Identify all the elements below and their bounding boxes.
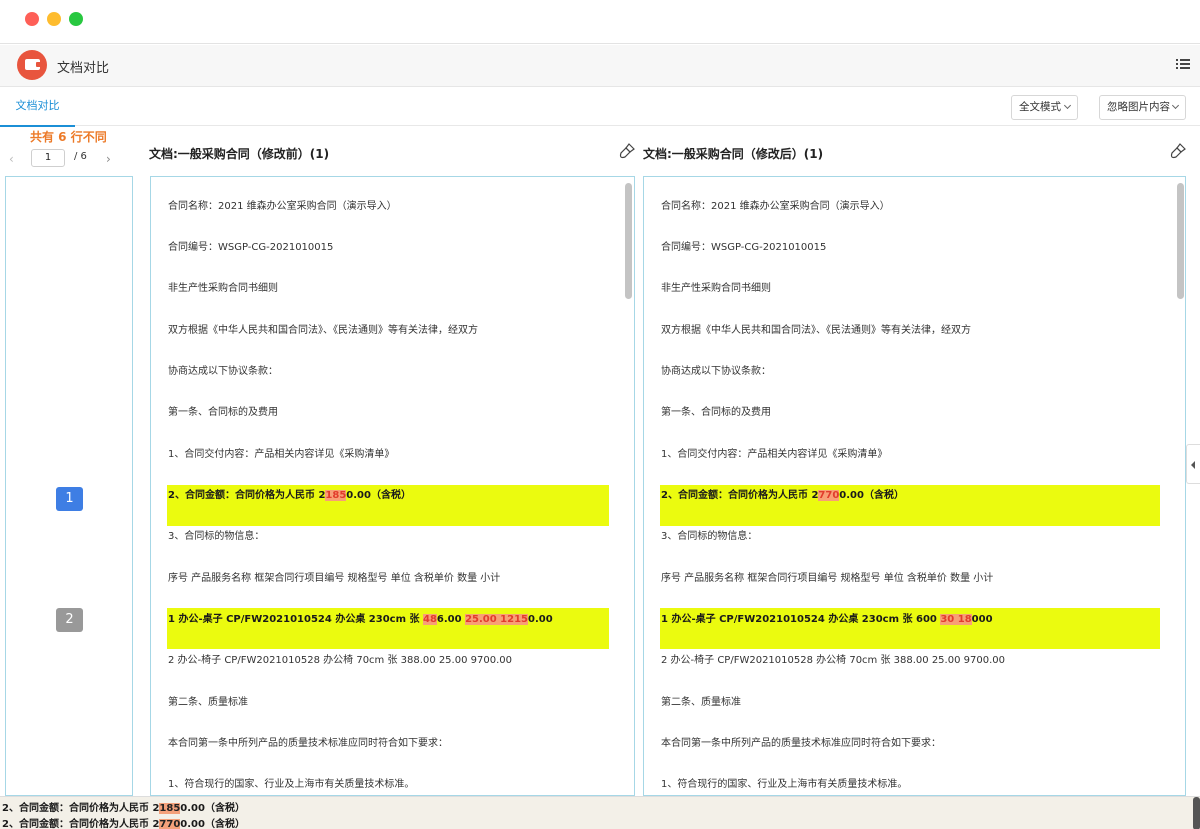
app-title: 文档对比	[57, 61, 110, 76]
doc-line: 双方根据《中华人民共和国合同法》、《民法通则》等有关法律，经双方	[168, 325, 478, 336]
doc-line: 第二条、质量标准	[168, 697, 248, 708]
scrollbar-thumb[interactable]	[625, 183, 632, 299]
right-document-pane[interactable]: 合同名称：2021 维森办公室采购合同（演示导入） 合同编号：WSGP-CG-2…	[643, 176, 1186, 796]
doc-line: 合同名称：2021 维森办公室采购合同（演示导入）	[168, 201, 397, 212]
maximize-window-button[interactable]	[69, 12, 83, 26]
doc-line: 本合同第一条中所列产品的质量技术标准应同时符合如下要求：	[661, 738, 941, 749]
doc-line: 1、合同交付内容：产品相关内容详见《采购清单》	[661, 449, 888, 460]
doc-line: 序号 产品服务名称 框架合同行项目编号 规格型号 单位 含税单价 数量 小计	[168, 573, 501, 584]
scrollbar-thumb[interactable]	[1177, 183, 1184, 299]
doc-line: 1、符合现行的国家、行业及上海市有关质量技术标准。	[661, 779, 908, 790]
collapse-panel-toggle[interactable]	[1186, 444, 1200, 484]
menu-icon[interactable]	[1176, 57, 1190, 71]
diff-marker-2[interactable]: 2	[56, 608, 83, 632]
diff-marker-1[interactable]: 1	[56, 487, 83, 511]
doc-line: 2 办公-椅子 CP/FW2021010528 办公椅 70cm 张 388.0…	[661, 655, 1005, 666]
minimize-window-button[interactable]	[47, 12, 61, 26]
page-total: / 6	[74, 151, 87, 162]
ignore-select-value: 忽略图片内容	[1107, 101, 1170, 113]
left-doc-title: 文档:一般采购合同（修改前）(1)	[149, 147, 330, 161]
doc-line: 合同编号：WSGP-CG-2021010015	[661, 242, 827, 253]
doc-line: 本合同第一条中所列产品的质量技术标准应同时符合如下要求：	[168, 738, 448, 749]
doc-line: 合同名称：2021 维森办公室采购合同（演示导入）	[661, 201, 890, 212]
ignore-select[interactable]: 忽略图片内容	[1099, 95, 1186, 120]
doc-line: 第一条、合同标的及费用	[168, 407, 278, 418]
brush-icon[interactable]	[1170, 143, 1186, 159]
doc-line: 非生产性采购合同书细则	[168, 283, 278, 294]
chevron-down-icon	[1171, 101, 1180, 110]
diff-count-label: 共有 6 行不同	[30, 130, 107, 144]
mode-select-value: 全文模式	[1019, 101, 1061, 113]
prev-page-button[interactable]: ‹	[9, 152, 14, 166]
brush-icon[interactable]	[619, 143, 635, 159]
doc-line: 第二条、质量标准	[661, 697, 741, 708]
doc-line: 序号 产品服务名称 框架合同行项目编号 规格型号 单位 含税单价 数量 小计	[661, 573, 994, 584]
doc-line: 1、合同交付内容：产品相关内容详见《采购清单》	[168, 449, 395, 460]
diff-pager: ‹ 1 / 6 ›	[6, 149, 136, 169]
diff-nav-panel: 1 2	[5, 176, 133, 796]
diff-line-2: 1 办公-桌子 CP/FW2021010524 办公桌 230cm 张 486.…	[168, 614, 553, 625]
doc-line: 1、符合现行的国家、行业及上海市有关质量技术标准。	[168, 779, 415, 790]
window-titlebar	[0, 0, 1200, 44]
doc-line: 双方根据《中华人民共和国合同法》、《民法通则》等有关法律，经双方	[661, 325, 971, 336]
doc-line: 第一条、合同标的及费用	[661, 407, 771, 418]
close-window-button[interactable]	[25, 12, 39, 26]
doc-line: 2 办公-椅子 CP/FW2021010528 办公椅 70cm 张 388.0…	[168, 655, 512, 666]
diff-line-1: 2、合同金额：合同价格为人民币 21850.00（含税）	[168, 490, 411, 501]
app-header: 文档对比	[0, 45, 1200, 87]
doc-line: 合同编号：WSGP-CG-2021010015	[168, 242, 334, 253]
doc-line: 非生产性采购合同书细则	[661, 283, 771, 294]
diff-preview-bar: 2、合同金额：合同价格为人民币 21850.00（含税） 2、合同金额：合同价格…	[0, 796, 1200, 829]
mode-select[interactable]: 全文模式	[1011, 95, 1078, 120]
doc-line: 协商达成以下协议条款：	[168, 366, 278, 377]
doc-line: 3、合同标的物信息：	[168, 531, 265, 542]
tab-bar: 文档对比 全文模式 忽略图片内容	[0, 88, 1200, 127]
doc-line: 协商达成以下协议条款：	[661, 366, 771, 377]
chevron-down-icon	[1063, 101, 1072, 110]
diff-line-2: 1 办公-桌子 CP/FW2021010524 办公桌 230cm 张 600 …	[661, 614, 993, 625]
diff-line-1: 2、合同金额：合同价格为人民币 27700.00（含税）	[661, 490, 904, 501]
tab-document-compare[interactable]: 文档对比	[0, 88, 75, 127]
app-logo-icon	[17, 50, 47, 80]
doc-line: 3、合同标的物信息：	[661, 531, 758, 542]
scrollbar-thumb[interactable]	[1193, 797, 1200, 829]
preview-line-before: 2、合同金额：合同价格为人民币 21850.00（含税）	[2, 803, 245, 814]
page-input[interactable]: 1	[31, 149, 65, 167]
preview-line-after: 2、合同金额：合同价格为人民币 27700.00（含税）	[2, 819, 245, 829]
next-page-button[interactable]: ›	[106, 152, 111, 166]
right-doc-title: 文档:一般采购合同（修改后）(1)	[643, 147, 824, 161]
left-document-pane[interactable]: 合同名称：2021 维森办公室采购合同（演示导入） 合同编号：WSGP-CG-2…	[150, 176, 635, 796]
